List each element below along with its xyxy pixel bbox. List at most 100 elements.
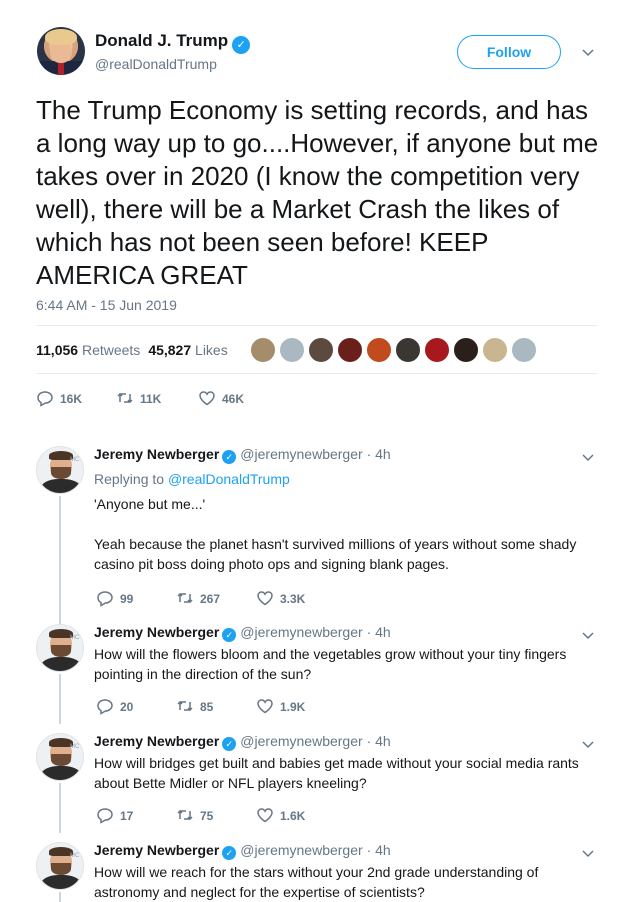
retweet-icon: [177, 700, 193, 712]
author-name-text[interactable]: Donald J. Trump: [95, 31, 228, 50]
liker-avatar[interactable]: [424, 337, 450, 363]
divider: [36, 325, 597, 326]
reply-author-name[interactable]: Jeremy Newberger: [94, 842, 219, 858]
thread-line: [59, 496, 61, 628]
retweets-count: 11,056: [36, 342, 79, 358]
reply-avatar[interactable]: MC: [36, 624, 84, 672]
retweet-count: 267: [200, 592, 221, 606]
reply-button[interactable]: 17: [96, 806, 133, 824]
reply-text: 'Anyone but me...' Yeah because the plan…: [94, 496, 577, 572]
reply-author[interactable]: Jeremy Newberger ✓ @jeremynewberger · 4h: [94, 446, 391, 464]
divider: [36, 373, 597, 374]
verified-badge-icon: ✓: [222, 737, 237, 751]
likes-label: Likes: [195, 342, 228, 358]
reply-author-handle[interactable]: @jeremynewberger: [240, 842, 362, 858]
verified-badge-icon: ✓: [222, 846, 237, 860]
retweet-icon: [117, 392, 133, 404]
likes-stat[interactable]: 45,827 Likes: [148, 342, 227, 358]
liker-avatar[interactable]: [250, 337, 276, 363]
liker-avatar[interactable]: [453, 337, 479, 363]
liker-avatar[interactable]: [366, 337, 392, 363]
replying-to-label: Replying to: [94, 471, 165, 487]
like-count: 46K: [222, 392, 245, 406]
chevron-down-icon[interactable]: [581, 628, 595, 642]
tweet-stats: 11,056 Retweets 45,827 Likes: [36, 342, 228, 358]
verified-badge-icon: ✓: [222, 450, 237, 464]
retweets-label: Retweets: [81, 342, 141, 358]
reply-icon: [97, 808, 113, 824]
reply-author-handle[interactable]: @jeremynewberger: [240, 446, 362, 462]
heart-icon: [199, 391, 215, 406]
retweet-count: 11K: [140, 392, 162, 406]
reply-author-name[interactable]: Jeremy Newberger: [94, 733, 219, 749]
replying-to-link[interactable]: @realDonaldTrump: [168, 471, 290, 487]
reply-time[interactable]: · 4h: [367, 624, 391, 640]
liker-avatar[interactable]: [308, 337, 334, 363]
reply-author[interactable]: Jeremy Newberger ✓ @jeremynewberger · 4h: [94, 624, 391, 642]
reply-count: 20: [120, 700, 134, 714]
retweet-button[interactable]: 11K: [116, 389, 161, 407]
like-button[interactable]: 1.9K: [256, 697, 305, 715]
reply-author-name[interactable]: Jeremy Newberger: [94, 624, 219, 640]
replying-to: Replying to @realDonaldTrump: [94, 471, 290, 487]
reply-avatar[interactable]: MC: [36, 842, 84, 890]
reply-text: How will bridges get built and babies ge…: [94, 755, 579, 791]
reply-button[interactable]: 99: [96, 589, 133, 607]
thread-line: [59, 892, 61, 902]
author-avatar[interactable]: [37, 27, 85, 75]
retweet-icon: [177, 592, 193, 604]
reply-avatar[interactable]: MC: [36, 733, 84, 781]
like-button[interactable]: 3.3K: [256, 589, 305, 607]
reply-count: 99: [120, 592, 134, 606]
retweet-icon: [177, 809, 193, 821]
liker-avatar[interactable]: [482, 337, 508, 363]
reply-button[interactable]: 16K: [36, 389, 82, 407]
reply-text: How will the flowers bloom and the veget…: [94, 646, 567, 682]
reply-author-name[interactable]: Jeremy Newberger: [94, 446, 219, 462]
retweet-button[interactable]: 267: [176, 589, 220, 607]
likes-count: 45,827: [148, 342, 192, 358]
reply-author-handle[interactable]: @jeremynewberger: [240, 733, 362, 749]
tweet-text: The Trump Economy is setting records, an…: [36, 95, 599, 290]
liker-avatar[interactable]: [395, 337, 421, 363]
reply-time[interactable]: · 4h: [367, 842, 391, 858]
thread-line: [59, 674, 61, 724]
reply-icon: [97, 699, 113, 715]
reply-avatar[interactable]: MC: [36, 446, 84, 494]
follow-button[interactable]: Follow: [457, 35, 561, 69]
tweet-timestamp[interactable]: 6:44 AM - 15 Jun 2019: [36, 297, 177, 313]
reply-author-handle[interactable]: @jeremynewberger: [240, 624, 362, 640]
like-button[interactable]: 1.6K: [256, 806, 305, 824]
reply-text: How will we reach for the stars without …: [94, 864, 539, 900]
verified-badge-icon: ✓: [232, 36, 251, 54]
liker-avatar[interactable]: [511, 337, 537, 363]
heart-icon: [257, 808, 273, 823]
reply-count: 16K: [60, 392, 83, 406]
like-button[interactable]: 46K: [198, 389, 244, 407]
chevron-down-icon[interactable]: [581, 737, 595, 751]
chevron-down-icon[interactable]: [581, 450, 595, 464]
heart-icon: [257, 699, 273, 714]
reply-icon: [97, 591, 113, 607]
like-count: 1.6K: [280, 809, 306, 823]
retweet-button[interactable]: 85: [176, 697, 213, 715]
verified-badge-icon: ✓: [222, 628, 237, 642]
reply-button[interactable]: 20: [96, 697, 133, 715]
reply-time[interactable]: · 4h: [367, 733, 391, 749]
liker-avatar[interactable]: [337, 337, 363, 363]
retweet-button[interactable]: 75: [176, 806, 213, 824]
retweet-count: 85: [200, 700, 214, 714]
retweets-stat[interactable]: 11,056 Retweets: [36, 342, 140, 358]
chevron-down-icon[interactable]: [581, 846, 595, 860]
reply-icon: [37, 391, 53, 407]
author-handle[interactable]: @realDonaldTrump: [95, 56, 217, 72]
reply-time[interactable]: · 4h: [367, 446, 391, 462]
thread-line: [59, 783, 61, 833]
liker-avatar[interactable]: [279, 337, 305, 363]
reply-author[interactable]: Jeremy Newberger ✓ @jeremynewberger · 4h: [94, 842, 391, 860]
chevron-down-icon[interactable]: [581, 45, 595, 59]
author-name[interactable]: Donald J. Trump ✓: [95, 31, 251, 54]
reply-count: 17: [120, 809, 134, 823]
reply-author[interactable]: Jeremy Newberger ✓ @jeremynewberger · 4h: [94, 733, 391, 751]
like-count: 1.9K: [280, 700, 306, 714]
